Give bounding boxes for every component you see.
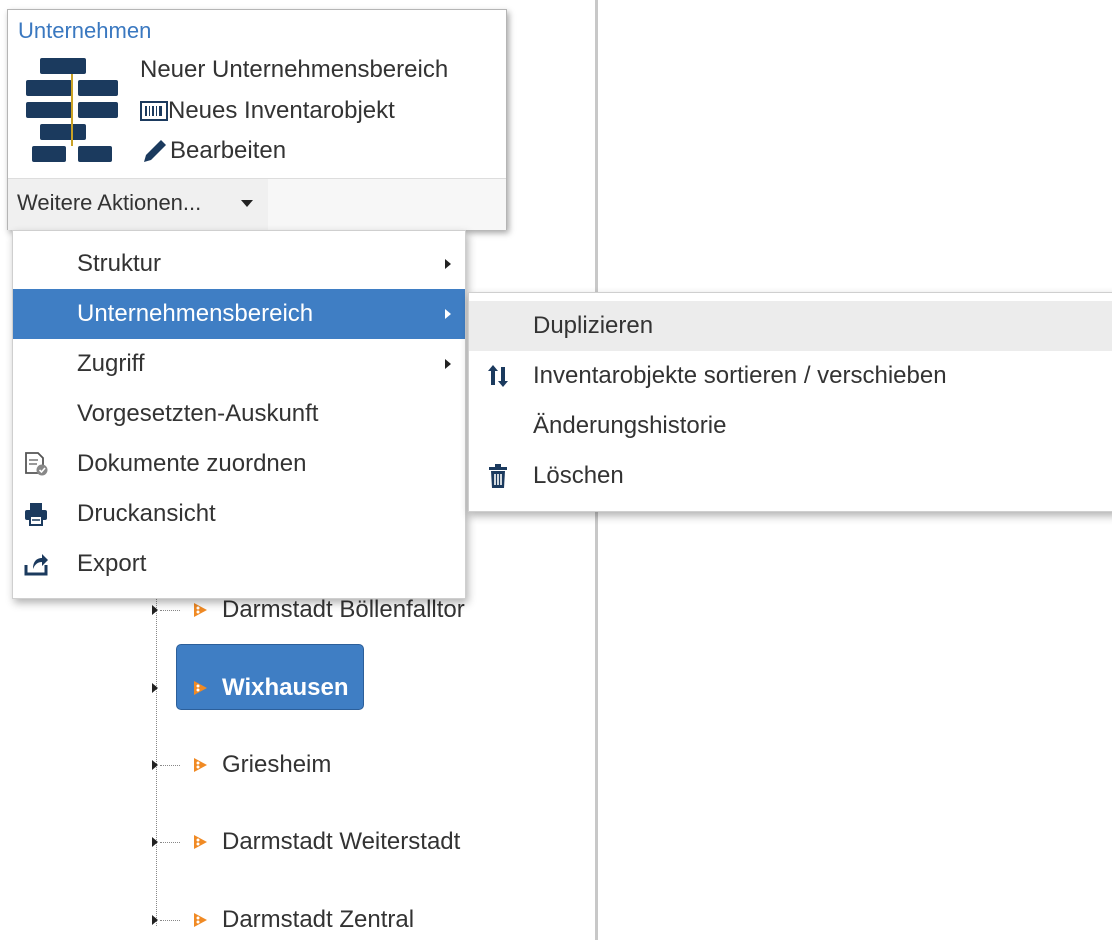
card-title: Unternehmen (18, 18, 152, 43)
menu-item-unternehmensbereich[interactable]: Unternehmensbereich (13, 289, 465, 339)
export-icon (24, 554, 48, 576)
entity-card: Unternehmen Neuer Unternehmensbereich Ne… (7, 9, 507, 230)
printer-icon (25, 503, 47, 526)
pencil-icon (144, 140, 166, 162)
action-label[interactable]: Neuer Unternehmensbereich (140, 56, 448, 83)
menu-item-label[interactable]: Dokumente zuordnen (77, 450, 306, 478)
expand-arrow-icon[interactable] (152, 915, 158, 925)
expand-arrow-icon[interactable] (152, 605, 158, 615)
action-label[interactable]: Bearbeiten (170, 137, 286, 164)
edit-action[interactable]: Bearbeiten (140, 136, 286, 166)
document-assign-icon (25, 452, 48, 476)
trash-icon (489, 464, 507, 488)
menu-item-label[interactable]: Export (77, 550, 146, 578)
submenu-item-duplizieren[interactable]: Duplizieren (469, 301, 1112, 351)
expand-arrow-icon[interactable] (152, 760, 158, 770)
location-icon (194, 913, 207, 927)
menu-item-label[interactable]: Struktur (77, 250, 161, 278)
location-icon (194, 758, 207, 772)
menu-item-druckansicht[interactable]: Druckansicht (13, 489, 465, 539)
submenu-item-label[interactable]: Inventarobjekte sortieren / verschieben (533, 362, 947, 390)
tree-branch-line (160, 842, 180, 843)
menu-item-label[interactable]: Vorgesetzten-Auskunft (77, 400, 318, 428)
unternehmensbereich-submenu: Duplizieren Inventarobjekte sortieren / … (468, 292, 1112, 512)
submenu-arrow-icon (445, 359, 451, 369)
menu-item-struktur[interactable]: Struktur (13, 239, 465, 289)
menu-item-label[interactable]: Zugriff (77, 350, 145, 378)
sort-icon (488, 365, 508, 387)
location-icon (194, 835, 207, 849)
menu-item-dokumente-zuordnen[interactable]: Dokumente zuordnen (13, 439, 465, 489)
tree-branch-line (160, 610, 180, 611)
submenu-item-label[interactable]: Änderungshistorie (533, 412, 726, 440)
location-icon (194, 681, 207, 695)
org-structure-icon (26, 58, 118, 162)
tree-node-label[interactable]: Griesheim (222, 751, 331, 779)
menu-item-label[interactable]: Druckansicht (77, 500, 216, 528)
submenu-item-sortieren[interactable]: Inventarobjekte sortieren / verschieben (469, 351, 1112, 401)
submenu-arrow-icon (445, 259, 451, 269)
submenu-arrow-icon (445, 309, 451, 319)
new-inventory-object-action[interactable]: Neues Inventarobjekt (140, 96, 395, 125)
tree-branch-line (160, 920, 180, 921)
barcode-icon (140, 100, 168, 121)
menu-item-label[interactable]: Unternehmensbereich (77, 300, 313, 328)
menu-item-export[interactable]: Export (13, 539, 465, 589)
caret-down-icon (241, 200, 253, 207)
card-footer-background (268, 178, 506, 230)
expand-arrow-icon[interactable] (152, 837, 158, 847)
submenu-item-label[interactable]: Duplizieren (533, 312, 653, 340)
tree-node-label[interactable]: Wixhausen (222, 674, 348, 702)
new-business-unit-action[interactable]: Neuer Unternehmensbereich (140, 56, 448, 84)
submenu-item-label[interactable]: Löschen (533, 462, 624, 490)
expand-arrow-icon[interactable] (152, 683, 158, 693)
more-actions-menu: Struktur Unternehmensbereich Zugriff Vor… (12, 230, 466, 599)
action-label[interactable]: Neues Inventarobjekt (168, 97, 395, 124)
more-actions-label[interactable]: Weitere Aktionen... (17, 190, 201, 216)
tree-node-label[interactable]: Darmstadt Weiterstadt (222, 828, 460, 856)
tree-node-label[interactable]: Darmstadt Böllenfalltor (222, 596, 465, 624)
location-icon (194, 603, 207, 617)
more-actions-button[interactable]: Weitere Aktionen... (8, 178, 268, 230)
menu-item-zugriff[interactable]: Zugriff (13, 339, 465, 389)
submenu-item-aenderungshistorie[interactable]: Änderungshistorie (469, 401, 1112, 451)
tree-node-label[interactable]: Darmstadt Zentral (222, 906, 414, 934)
tree-branch-line (160, 765, 180, 766)
menu-item-vorgesetzten-auskunft[interactable]: Vorgesetzten-Auskunft (13, 389, 465, 439)
submenu-item-loeschen[interactable]: Löschen (469, 451, 1112, 501)
